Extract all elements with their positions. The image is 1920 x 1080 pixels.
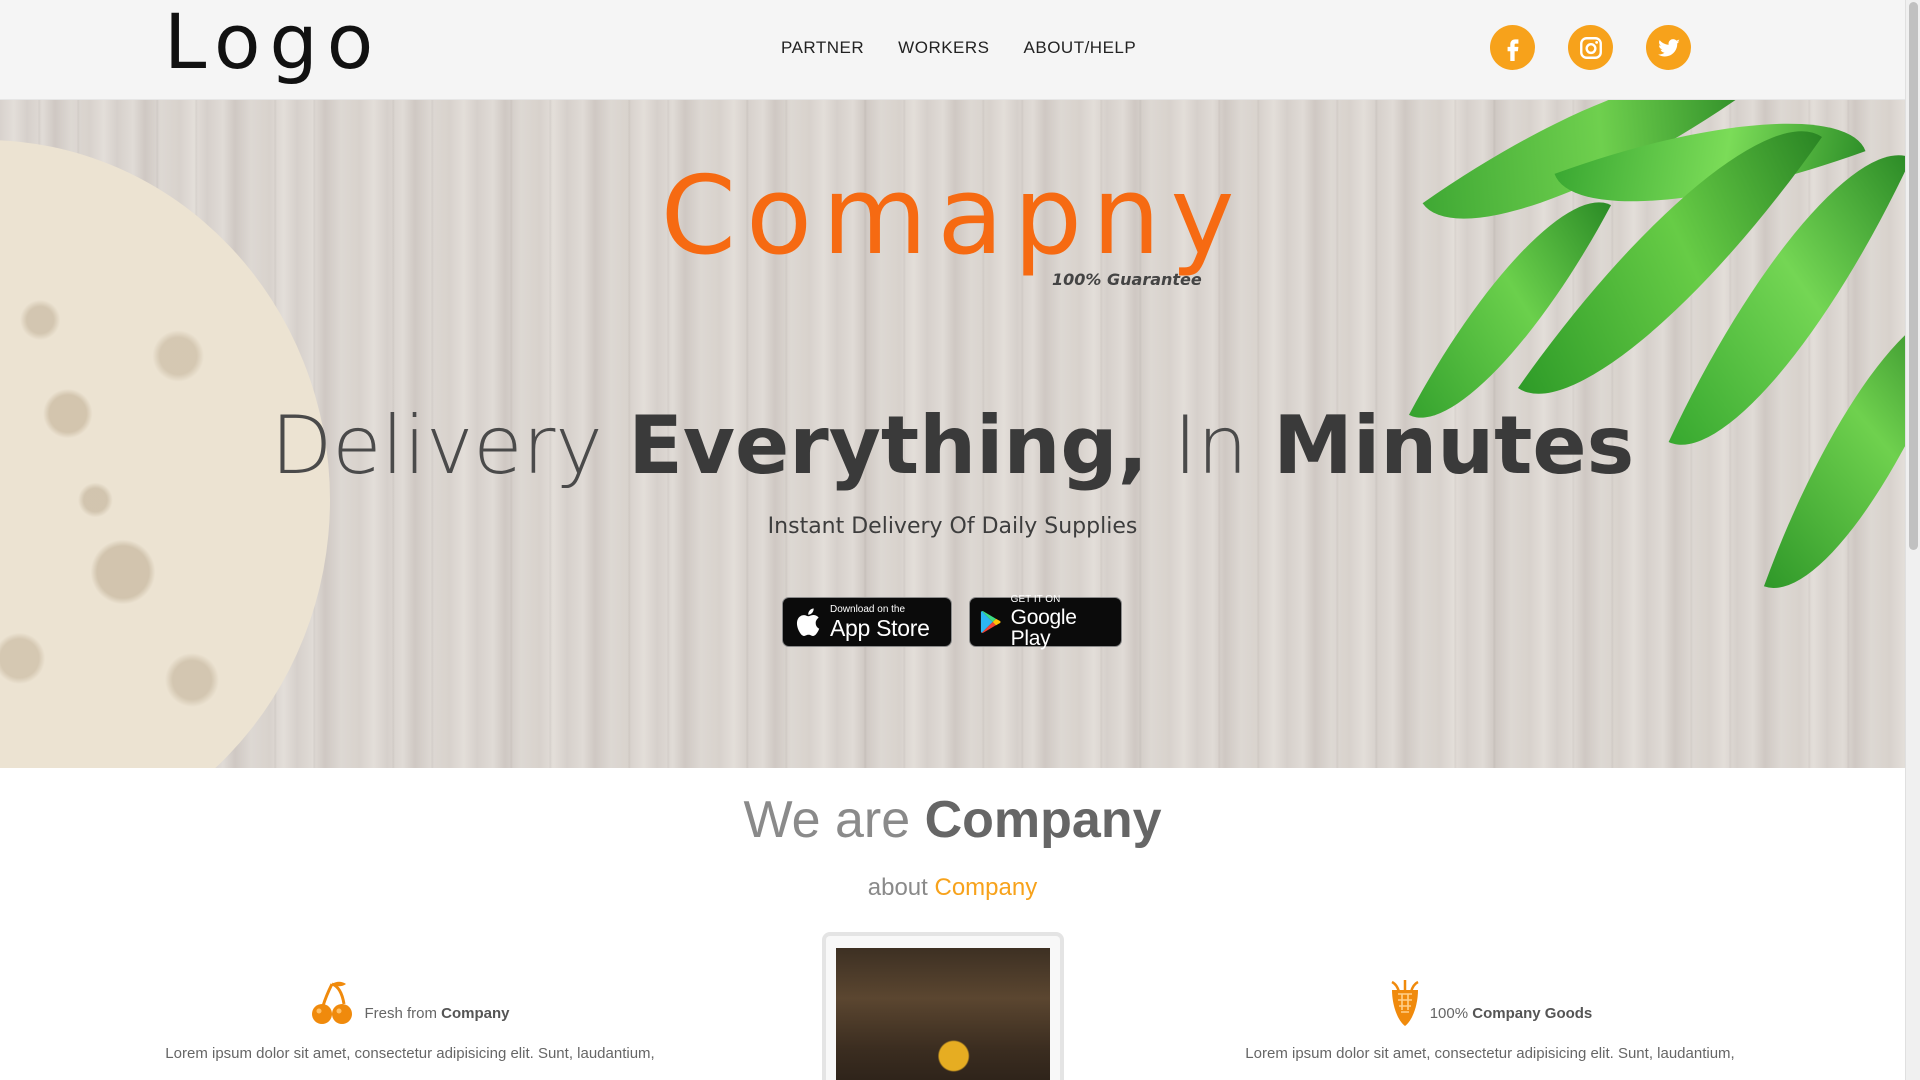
headline-part: Everything, xyxy=(628,399,1149,492)
google-play-icon xyxy=(980,611,1001,633)
brand-title: Comapny xyxy=(660,154,1245,279)
app-store-button[interactable]: Download on the App Store xyxy=(782,597,952,647)
google-play-label: Google Play xyxy=(1010,606,1077,650)
feature-title: 100% Company Goods xyxy=(1430,1005,1593,1022)
guarantee-tagline: 100% Guarantee xyxy=(1052,270,1202,289)
about-title-light: We are xyxy=(743,791,925,849)
feature-title: Fresh from Company xyxy=(364,1005,509,1022)
feature-title-bold: Company xyxy=(441,1004,510,1022)
page-scrollbar[interactable] xyxy=(1905,0,1920,1080)
logo[interactable]: Logo xyxy=(164,0,382,90)
feature-title-light: Fresh from xyxy=(364,1004,442,1022)
about-subtitle: about Company xyxy=(0,874,1905,902)
facebook-button[interactable] xyxy=(1490,25,1535,70)
feature-fresh: Fresh from Company Lorem ipsum dolor sit… xyxy=(150,980,670,1064)
about-title: We are Company xyxy=(0,790,1905,850)
about-title-bold: Company xyxy=(924,791,1162,849)
feature-title-bold: Company Goods xyxy=(1472,1004,1593,1022)
nav-about-help[interactable]: ABOUT/HELP xyxy=(1024,38,1137,58)
feature-description: Lorem ipsum dolor sit amet, consectetur … xyxy=(1245,1045,1735,1062)
scrollbar-thumb[interactable] xyxy=(1909,2,1918,550)
hero-banner: Comapny 100% Guarantee Delivery Everythi… xyxy=(0,100,1905,768)
app-store-small-text: Download on the xyxy=(830,603,906,615)
top-header: Logo PARTNER WORKERS ABOUT/HELP xyxy=(0,0,1905,100)
phone-mockup-image xyxy=(822,932,1064,1080)
twitter-icon xyxy=(1657,38,1680,56)
main-nav: PARTNER WORKERS ABOUT/HELP xyxy=(781,38,1136,58)
twitter-button[interactable] xyxy=(1646,25,1691,70)
store-buttons: Download on the App Store GET IT ON Goog… xyxy=(782,594,1122,650)
instagram-icon xyxy=(1579,36,1602,59)
headline-part: In xyxy=(1148,399,1274,492)
headline-part: Minutes xyxy=(1273,399,1635,492)
google-play-button[interactable]: GET IT ON Google Play xyxy=(969,594,1122,650)
about-sub-light: about xyxy=(867,874,935,901)
apple-icon xyxy=(796,608,820,636)
instagram-button[interactable] xyxy=(1568,25,1613,70)
nav-workers[interactable]: WORKERS xyxy=(898,38,989,58)
nav-partner[interactable]: PARTNER xyxy=(781,38,864,58)
hero-subtitle: Instant Delivery Of Daily Supplies xyxy=(767,514,1138,539)
feature-title-light: 100% xyxy=(1429,1004,1473,1022)
hero-headline: Delivery Everything, In Minutes xyxy=(0,398,1905,494)
feature-goods: 100% Company Goods Lorem ipsum dolor sit… xyxy=(1230,980,1750,1064)
phone-screen xyxy=(836,948,1050,1080)
facebook-icon xyxy=(1507,38,1518,61)
app-store-label: App Store xyxy=(830,614,930,641)
feature-description: Lorem ipsum dolor sit amet, consectetur … xyxy=(165,1045,655,1062)
google-play-small-text: GET IT ON xyxy=(1010,594,1061,605)
cherry-icon xyxy=(312,981,353,1024)
about-sub-accent: Company xyxy=(934,874,1038,901)
corn-icon xyxy=(1391,980,1419,1026)
headline-part: Delivery xyxy=(270,399,629,492)
social-links xyxy=(1490,25,1691,70)
